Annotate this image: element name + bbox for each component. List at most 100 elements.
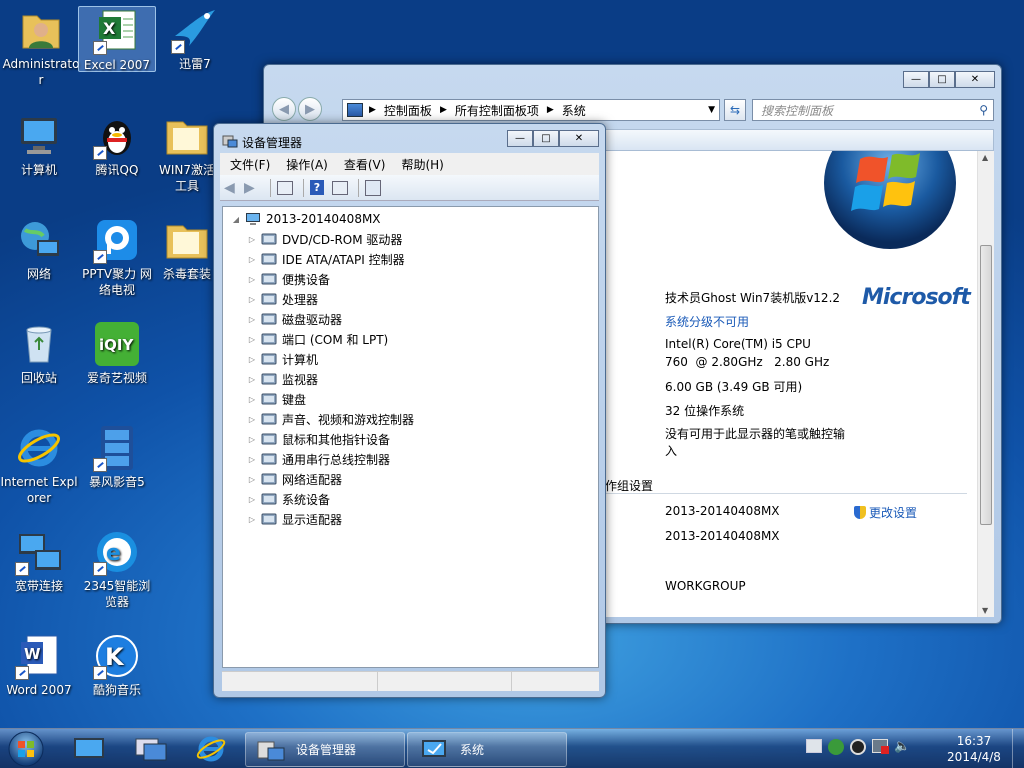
scrollbar-thumb[interactable]: [980, 245, 992, 525]
device-category[interactable]: ▷ 端口 (COM 和 LPT): [247, 329, 598, 349]
device-category[interactable]: ▷ IDE ATA/ATAPI 控制器: [247, 249, 598, 269]
expand-icon[interactable]: ▷: [247, 515, 257, 524]
rating-link[interactable]: 系统分级不可用: [665, 313, 749, 330]
toolbar-divider: [270, 178, 271, 197]
device-category[interactable]: ▷ 通用串行总线控制器: [247, 449, 598, 469]
device-category[interactable]: ▷ 网络适配器: [247, 469, 598, 489]
desktop-icon-internet-explorer[interactable]: Internet Explorer: [0, 424, 78, 506]
menu-view[interactable]: 查看(V): [336, 156, 394, 173]
device-category[interactable]: ▷ 处理器: [247, 289, 598, 309]
change-settings-link[interactable]: 更改设置: [854, 504, 917, 521]
expand-icon[interactable]: ▷: [247, 435, 257, 444]
taskbar-button-device-manager[interactable]: 设备管理器: [245, 732, 405, 767]
help-icon[interactable]: ?: [310, 180, 324, 195]
show-desktop-button[interactable]: [1012, 729, 1024, 768]
maximize-button[interactable]: □: [929, 71, 955, 88]
network-tray-icon[interactable]: [872, 739, 889, 754]
clock[interactable]: 16:37 2014/4/8: [938, 733, 1010, 765]
menu-action[interactable]: 操作(A): [278, 156, 336, 173]
properties-icon[interactable]: [277, 180, 293, 195]
device-category[interactable]: ▷ DVD/CD-ROM 驱动器: [247, 229, 598, 249]
expand-icon[interactable]: ▷: [247, 315, 257, 324]
show-desktop-pin-icon[interactable]: [72, 735, 106, 763]
expand-icon[interactable]: ▷: [247, 415, 257, 424]
device-category[interactable]: ▷ 便携设备: [247, 269, 598, 289]
expand-icon[interactable]: ▷: [247, 395, 257, 404]
device-category[interactable]: ▷ 鼠标和其他指针设备: [247, 429, 598, 449]
back-arrow-icon[interactable]: ◀: [224, 180, 244, 196]
vertical-scrollbar[interactable]: ▲ ▼: [977, 151, 994, 617]
window-switcher-pin-icon[interactable]: [134, 735, 168, 763]
expand-icon[interactable]: ▷: [247, 355, 257, 364]
scroll-down-icon[interactable]: ▼: [982, 606, 988, 615]
windows-edition: 技术员Ghost Win7装机版v12.2: [665, 291, 841, 305]
desktop-icon-recycle-bin[interactable]: 回收站: [0, 320, 78, 386]
security-tray-icon[interactable]: [828, 739, 844, 755]
device-manager-window[interactable]: 设备管理器 — □ ✕ 文件(F) 操作(A) 查看(V) 帮助(H) ◀ ▶ …: [213, 123, 606, 698]
forward-button[interactable]: ▶: [298, 97, 322, 121]
breadcrumb-all-items[interactable]: 所有控制面板项: [455, 102, 539, 119]
minimize-button[interactable]: —: [507, 130, 533, 147]
desktop-icon-qq[interactable]: 腾讯QQ: [78, 112, 156, 178]
device-category[interactable]: ▷ 系统设备: [247, 489, 598, 509]
collapse-icon[interactable]: ◢: [231, 215, 241, 224]
back-button[interactable]: ◀: [272, 97, 296, 121]
maximize-button[interactable]: □: [533, 130, 559, 147]
desktop-icon-network[interactable]: 网络: [0, 216, 78, 282]
expand-icon[interactable]: ▷: [247, 275, 257, 284]
toolbar: ◀ ▶ ?: [220, 175, 599, 201]
search-input[interactable]: 搜索控制面板 ⚲: [752, 99, 994, 121]
desktop-icon-baofeng[interactable]: 暴风影音5: [78, 424, 156, 490]
desktop-icon-word[interactable]: W Word 2007: [0, 632, 78, 698]
address-bar[interactable]: ▶ 控制面板 ▶ 所有控制面板项 ▶ 系统 ▼: [342, 99, 720, 121]
desktop-icon-xunlei[interactable]: 迅雷7: [156, 6, 234, 72]
desktop-icon-excel[interactable]: X Excel 2007: [78, 6, 156, 72]
expand-icon[interactable]: ▷: [247, 255, 257, 264]
usb-icon: [261, 452, 277, 466]
scan-hardware-icon[interactable]: [365, 179, 381, 196]
desktop-icon-pptv[interactable]: PPTV聚力 网络电视: [78, 216, 156, 298]
forward-arrow-icon[interactable]: ▶: [244, 180, 264, 196]
minimize-button[interactable]: —: [903, 71, 929, 88]
chevron-down-icon[interactable]: ▼: [708, 105, 715, 115]
breadcrumb-system[interactable]: 系统: [562, 102, 586, 119]
device-category[interactable]: ▷ 声音、视频和游戏控制器: [247, 409, 598, 429]
device-category-label: IDE ATA/ATAPI 控制器: [282, 252, 405, 267]
volume-tray-icon[interactable]: 🔈: [894, 739, 910, 755]
expand-icon[interactable]: ▷: [247, 295, 257, 304]
breadcrumb-control-panel[interactable]: 控制面板: [384, 102, 432, 119]
device-category[interactable]: ▷ 键盘: [247, 389, 598, 409]
menu-file[interactable]: 文件(F): [220, 156, 278, 173]
start-button[interactable]: [6, 730, 46, 768]
desktop-icon-2345-browser[interactable]: e 2345智能浏览器: [78, 528, 156, 610]
expand-icon[interactable]: ▷: [247, 335, 257, 344]
media-tray-icon[interactable]: [850, 739, 866, 755]
desktop-icon-kugou[interactable]: K 酷狗音乐: [78, 632, 156, 698]
scroll-up-icon[interactable]: ▲: [982, 153, 988, 162]
desktop-icon-win7-activation[interactable]: WIN7激活工具: [156, 112, 218, 194]
close-button[interactable]: ✕: [955, 71, 995, 88]
tree-root[interactable]: ◢ 2013-20140408MX: [231, 209, 598, 229]
close-button[interactable]: ✕: [559, 130, 599, 147]
ie-taskbar-icon[interactable]: [194, 733, 228, 765]
desktop-icon-broadband[interactable]: 宽带连接: [0, 528, 78, 594]
desktop-icon-iqiyi[interactable]: iQIY 爱奇艺视频: [78, 320, 156, 386]
expand-icon[interactable]: ▷: [247, 455, 257, 464]
shortcut-arrow-icon: [93, 250, 107, 264]
device-category[interactable]: ▷ 磁盘驱动器: [247, 309, 598, 329]
taskbar-button-system[interactable]: 系统: [407, 732, 567, 767]
expand-icon[interactable]: ▷: [247, 375, 257, 384]
menu-help[interactable]: 帮助(H): [393, 156, 451, 173]
keyboard-tray-icon[interactable]: [806, 739, 822, 753]
desktop-icon-administrator[interactable]: Administrator: [2, 6, 80, 94]
device-category[interactable]: ▷ 显示适配器: [247, 509, 598, 529]
expand-icon[interactable]: ▷: [247, 495, 257, 504]
refresh-button[interactable]: ⇆: [724, 99, 746, 121]
device-category[interactable]: ▷ 计算机: [247, 349, 598, 369]
desktop-icon-computer[interactable]: 计算机: [0, 112, 78, 178]
view-icon[interactable]: [332, 180, 348, 195]
device-category[interactable]: ▷ 监视器: [247, 369, 598, 389]
expand-icon[interactable]: ▷: [247, 475, 257, 484]
desktop-icon-antivirus[interactable]: 杀毒套装: [156, 216, 218, 282]
expand-icon[interactable]: ▷: [247, 235, 257, 244]
